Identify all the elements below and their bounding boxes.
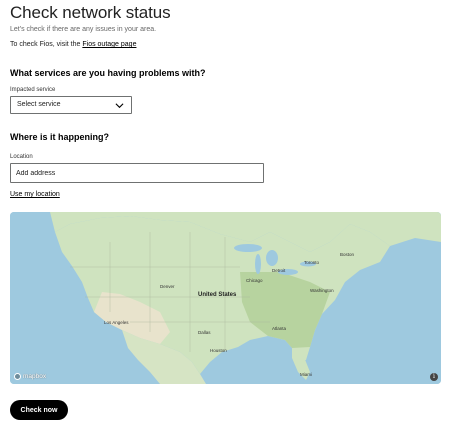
city-label: Washington	[310, 288, 334, 293]
use-my-location-link[interactable]: Use my location	[10, 191, 60, 198]
info-icon[interactable]: i	[430, 373, 438, 381]
map-country-label: United States	[198, 292, 237, 298]
check-now-button[interactable]: Check now	[10, 400, 68, 420]
city-label: Denver	[160, 284, 175, 289]
page-title: Check network status	[10, 3, 171, 22]
mapbox-logo-icon	[14, 373, 21, 380]
chevron-down-icon	[115, 103, 124, 109]
fios-prefix: To check Fios, visit the	[10, 41, 83, 48]
fios-line: To check Fios, visit the Fios outage pag…	[10, 41, 136, 48]
city-label: Los Angeles	[104, 320, 129, 325]
fios-outage-link[interactable]: Fios outage page	[82, 41, 136, 48]
map-lake-superior	[234, 244, 262, 252]
city-label: Atlanta	[272, 326, 287, 331]
city-label: Toronto	[304, 260, 320, 265]
map-lake-huron	[266, 250, 278, 266]
city-label: Boston	[340, 252, 355, 257]
city-label: Miami	[300, 372, 312, 377]
city-label: Houston	[210, 348, 227, 353]
city-label: Detroit	[272, 268, 286, 273]
location-heading: Where is it happening?	[10, 132, 110, 142]
mapbox-text: mapbox	[23, 373, 47, 380]
selected-service-value: Select service	[17, 101, 61, 108]
city-label: Chicago	[246, 278, 263, 283]
mapbox-attribution[interactable]: mapbox	[14, 373, 46, 380]
location-label: Location	[10, 154, 33, 160]
map-canvas[interactable]: United States Chicago Detroit Toronto Lo…	[10, 212, 441, 384]
city-label: Dallas	[198, 330, 211, 335]
location-input[interactable]	[10, 163, 264, 183]
map-lake-michigan	[255, 254, 261, 274]
impacted-service-label: Impacted service	[10, 87, 56, 93]
outage-map[interactable]: United States Chicago Detroit Toronto Lo…	[10, 212, 441, 384]
impacted-service-select[interactable]: Select service	[10, 96, 132, 114]
services-heading: What services are you having problems wi…	[10, 68, 206, 78]
page-subtitle: Let's check if there are any issues in y…	[10, 26, 157, 33]
